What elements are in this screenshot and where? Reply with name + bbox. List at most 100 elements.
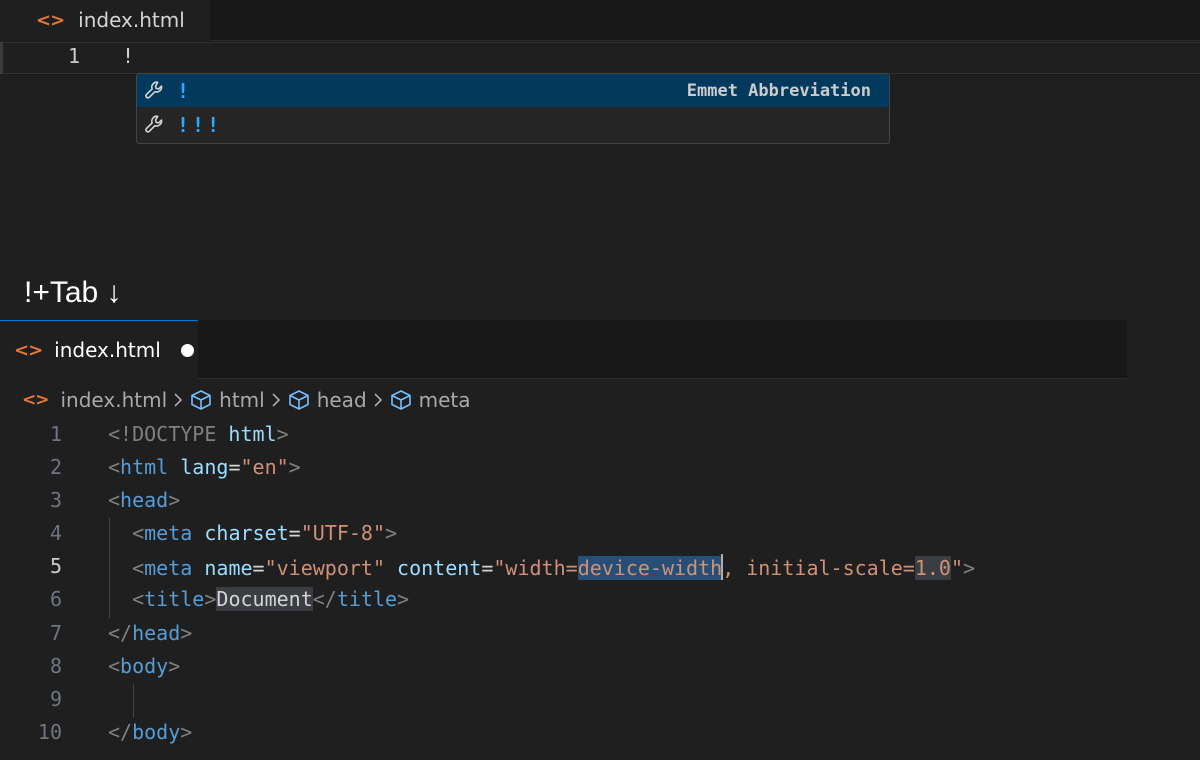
token: =: [288, 521, 301, 545]
token: html: [228, 422, 277, 446]
token: </: [108, 621, 133, 645]
line-number: 9: [49, 687, 62, 711]
breadcrumb-item[interactable]: index.html: [61, 388, 168, 412]
token: >: [385, 521, 398, 545]
token: charset: [204, 521, 289, 545]
token: body: [132, 720, 181, 744]
token: head: [120, 488, 169, 512]
token: <: [132, 521, 145, 545]
chevron-right-icon: [367, 392, 389, 408]
line-number: 7: [49, 621, 62, 645]
code-line[interactable]: <!DOCTYPE html>: [108, 422, 289, 446]
suggestion-detail: Emmet Abbreviation: [686, 80, 871, 101]
code-line[interactable]: <head>: [108, 488, 180, 512]
caption: !+Tab ↓: [24, 276, 122, 309]
token: >: [180, 720, 193, 744]
breadcrumb-item[interactable]: html: [219, 388, 265, 412]
token: title: [336, 587, 398, 611]
token: </: [312, 587, 337, 611]
line-number: 5: [49, 554, 62, 578]
line-number: 6: [49, 587, 62, 611]
token: >: [397, 587, 410, 611]
code-line[interactable]: <meta charset="UTF-8">: [108, 521, 397, 545]
token: <: [132, 587, 145, 611]
code-line[interactable]: !: [122, 44, 134, 68]
token: </: [108, 720, 133, 744]
wrench-icon: [141, 111, 169, 139]
token: html: [120, 455, 169, 479]
chevron-right-icon: [167, 392, 189, 408]
suggestion-item[interactable]: ! Emmet Abbreviation: [137, 74, 889, 107]
bottom-editor: <> index.html <> index.html html head me…: [0, 320, 1200, 760]
token: , initial-scale=: [722, 556, 915, 580]
token: >: [180, 621, 193, 645]
unsaved-dot-icon[interactable]: [180, 343, 194, 357]
line-number: 8: [49, 654, 62, 678]
bottom-editor-tab[interactable]: <> index.html: [0, 320, 198, 379]
token: "width=: [493, 556, 578, 580]
tab-label: index.html: [78, 8, 185, 32]
line-number: 1: [49, 422, 62, 446]
html-file-icon: <>: [22, 390, 49, 410]
token: >: [276, 422, 289, 446]
breadcrumb-item[interactable]: head: [317, 388, 367, 412]
top-editor: <> index.html 1 ! ! Emmet Abbreviation !…: [0, 0, 1200, 270]
symbol-cube-icon: [189, 389, 213, 411]
symbol-cube-icon: [287, 389, 311, 411]
current-line-highlight: [0, 42, 1200, 74]
token: >: [168, 488, 181, 512]
code-line[interactable]: </body>: [108, 720, 192, 744]
suggestion-item[interactable]: !!!: [137, 108, 889, 141]
token: =: [228, 455, 241, 479]
token: >: [288, 455, 301, 479]
gutter-marker: [0, 42, 3, 74]
code-line[interactable]: <meta name="viewport" content="width=dev…: [108, 554, 975, 580]
tabstop-placeholder[interactable]: Document: [216, 587, 313, 611]
token: >: [204, 587, 217, 611]
token: =: [252, 556, 265, 580]
token: >: [168, 654, 181, 678]
token: <!DOCTYPE: [108, 422, 217, 446]
selected-placeholder[interactable]: device-width: [577, 556, 723, 580]
token: ": [950, 556, 964, 580]
symbol-cube-icon: [389, 389, 413, 411]
code-line[interactable]: <html lang="en">: [108, 455, 301, 479]
wrench-icon: [141, 77, 169, 105]
tabstop-placeholder[interactable]: 1.0: [914, 556, 951, 580]
suggestion-widget: ! Emmet Abbreviation !!!: [136, 73, 890, 144]
token: <: [108, 654, 121, 678]
token: "UTF-8": [300, 521, 385, 545]
token: "en": [240, 455, 289, 479]
token: head: [132, 621, 181, 645]
token: meta: [144, 556, 193, 580]
token: <: [108, 455, 121, 479]
token: name: [204, 556, 253, 580]
token: =: [481, 556, 494, 580]
breadcrumb-item[interactable]: meta: [419, 388, 471, 412]
token: content: [397, 556, 482, 580]
token: lang: [180, 455, 229, 479]
indent-guide: [133, 684, 134, 718]
code-line[interactable]: <title>Document</title>: [108, 587, 409, 611]
tab-label: index.html: [54, 338, 161, 362]
token: >: [963, 556, 976, 580]
token: "viewport": [264, 556, 385, 580]
token: body: [120, 654, 169, 678]
line-number: 4: [49, 521, 62, 545]
suggestion-label: !: [177, 78, 193, 103]
chevron-right-icon: [265, 392, 287, 408]
top-editor-tab[interactable]: <> index.html: [0, 0, 210, 40]
html-file-icon: <>: [14, 339, 43, 361]
line-number: 1: [67, 44, 80, 68]
breadcrumb: <> index.html html head meta: [22, 384, 471, 416]
line-number: 2: [49, 455, 62, 479]
code-line[interactable]: <body>: [108, 654, 180, 678]
html-file-icon: <>: [36, 9, 65, 31]
line-number: 3: [49, 488, 62, 512]
token: <: [108, 488, 121, 512]
token: meta: [144, 521, 193, 545]
token: title: [144, 587, 205, 611]
line-number: 10: [37, 720, 62, 744]
tab-strip: [210, 0, 1200, 41]
code-line[interactable]: </head>: [108, 621, 192, 645]
